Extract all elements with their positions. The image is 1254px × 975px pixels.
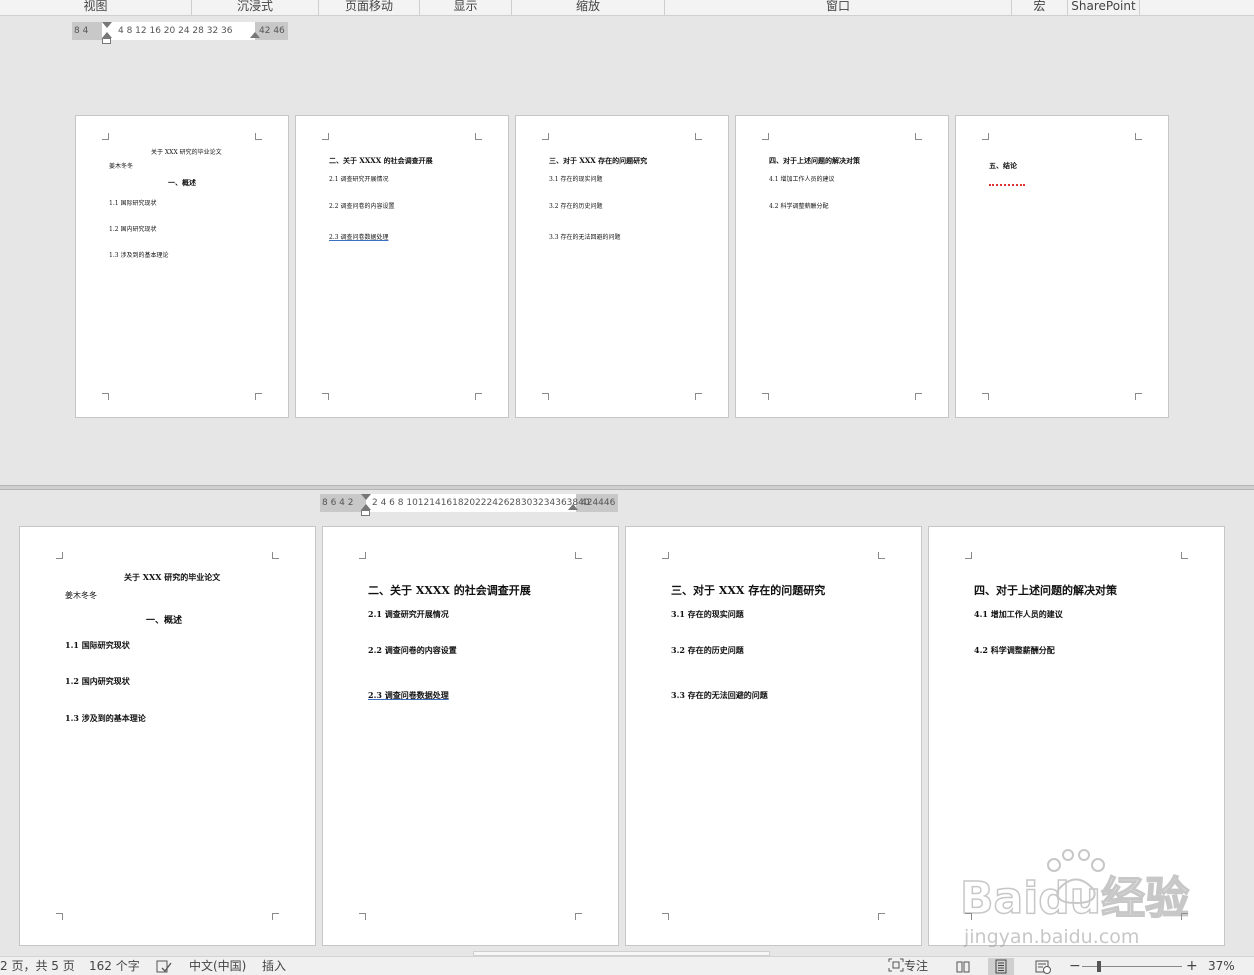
ruler-left-numbers: 8 4 — [74, 26, 89, 36]
ruler-right-numbers: 424446 — [581, 498, 616, 508]
section-heading: 一、概述 — [168, 178, 196, 187]
window-split-bar[interactable] — [0, 485, 1254, 490]
section-heading: 二、关于 XXXX 的社会调查开展 — [329, 156, 433, 165]
ribbon-group-zoom[interactable]: 缩放 — [512, 0, 665, 16]
thesis-title: 关于 XXX 研究的毕业论文 — [124, 572, 221, 582]
zoom-out-button[interactable]: − — [1069, 957, 1081, 975]
ribbon-group-immersive[interactable]: 沉浸式 — [192, 0, 319, 16]
focus-mode-button[interactable]: 专注 — [888, 957, 928, 975]
subsection-item: 2.3 调查问卷数据处理 — [368, 690, 449, 700]
right-indent-marker[interactable] — [250, 32, 260, 38]
ribbon-group-show[interactable]: 显示 — [420, 0, 512, 16]
zoom-slider-thumb[interactable] — [1097, 961, 1101, 972]
page-thumbnail-2[interactable]: 二、关于 XXXX 的社会调查开展 2.1 调查研究开展情况 2.2 调查问卷的… — [295, 115, 509, 418]
ruler-left-numbers: 8 6 4 2 — [322, 498, 354, 508]
left-indent-marker[interactable] — [361, 510, 370, 516]
section-heading: 四、对于上述问题的解决对策 — [974, 584, 1117, 597]
subsection-item: 4.2 科学调整薪酬分配 — [974, 645, 1055, 655]
subsection-item: 1.3 涉及到的基本理论 — [65, 713, 146, 723]
zoom-in-button[interactable]: + — [1186, 957, 1198, 975]
section-heading: 二、关于 XXXX 的社会调查开展 — [368, 584, 531, 597]
author-line: 姜木冬冬 — [65, 591, 97, 600]
word-count-status[interactable]: 162 个字 — [89, 957, 140, 975]
subsection-item: 2.2 调查问卷的内容设置 — [329, 203, 395, 210]
focus-icon — [888, 958, 904, 972]
first-line-indent-marker[interactable] — [102, 22, 112, 28]
web-layout-button[interactable] — [1030, 958, 1056, 975]
section-heading: 三、对于 XXX 存在的问题研究 — [671, 584, 826, 597]
subsection-item: 3.2 存在的历史问题 — [549, 203, 603, 210]
page-thumbnail-3[interactable]: 三、对于 XXX 存在的问题研究 3.1 存在的现实问题 3.2 存在的历史问题… — [515, 115, 729, 418]
ruler-numbers: 4 8 12 16 20 24 28 32 36 — [118, 26, 233, 36]
section-heading: 五、结论 — [989, 161, 1017, 170]
print-layout-icon — [995, 959, 1007, 974]
subsection-item: 1.3 涉及到的基本理论 — [109, 252, 169, 259]
ribbon-group-macros[interactable]: 宏 — [1012, 0, 1068, 16]
ribbon-group-page-movement[interactable]: 页面移动 — [319, 0, 420, 16]
page-thumbnail-5[interactable]: 五、结论 — [955, 115, 1169, 418]
subsection-item: 3.3 存在的无法回避的问题 — [549, 234, 621, 241]
page-thumbnail-1[interactable]: 关于 XXX 研究的毕业论文 姜木冬冬 一、概述 1.1 国际研究现状 1.2 … — [75, 115, 289, 418]
subsection-item: 2.1 调查研究开展情况 — [329, 176, 389, 183]
ribbon-group-sharepoint[interactable]: SharePoint — [1068, 0, 1140, 16]
subsection-item: 3.2 存在的历史问题 — [671, 645, 744, 655]
horizontal-ruler-top[interactable]: 8 4 4 8 12 16 20 24 28 32 36 42 46 — [72, 22, 288, 44]
left-indent-marker[interactable] — [102, 38, 111, 44]
spelling-squiggle — [989, 183, 1025, 186]
proofing-icon[interactable] — [156, 957, 172, 975]
subsection-item: 1.2 国内研究现状 — [65, 676, 130, 686]
right-indent-marker[interactable] — [568, 504, 578, 510]
language-status[interactable]: 中文(中国) — [189, 957, 246, 975]
page-2[interactable]: 二、关于 XXXX 的社会调查开展 2.1 调查研究开展情况 2.2 调查问卷的… — [322, 526, 619, 946]
page-4[interactable]: 四、对于上述问题的解决对策 4.1 增加工作人员的建议 4.2 科学调整薪酬分配 — [928, 526, 1225, 946]
ribbon-group-window[interactable]: 窗口 — [665, 0, 1012, 16]
subsection-item: 3.1 存在的现实问题 — [671, 609, 744, 619]
subsection-item: 1.1 国际研究现状 — [109, 200, 157, 207]
section-heading: 一、概述 — [146, 616, 183, 626]
first-line-indent-marker[interactable] — [361, 494, 371, 500]
section-heading: 三、对于 XXX 存在的问题研究 — [549, 156, 648, 165]
author-line: 姜木冬冬 — [109, 163, 134, 170]
read-mode-button[interactable] — [950, 958, 976, 975]
subsection-item: 2.3 调查问卷数据处理 — [329, 234, 389, 241]
subsection-item: 4.2 科学调整薪酬分配 — [769, 203, 829, 210]
subsection-item: 1.2 国内研究现状 — [109, 226, 157, 233]
subsection-item: 2.2 调查问卷的内容设置 — [368, 645, 457, 655]
ruler-right-numbers: 42 46 — [259, 26, 285, 36]
read-mode-icon — [956, 961, 970, 973]
page-count-status[interactable]: 2 页，共 5 页 — [0, 957, 75, 975]
thesis-title: 关于 XXX 研究的毕业论文 — [151, 149, 222, 156]
subsection-item: 4.1 增加工作人员的建议 — [974, 609, 1063, 619]
status-bar: 2 页，共 5 页 162 个字 中文(中国) 插入 专注 − + 37% — [0, 956, 1254, 975]
page-3[interactable]: 三、对于 XXX 存在的问题研究 3.1 存在的现实问题 3.2 存在的历史问题… — [625, 526, 922, 946]
ruler-numbers: 2 4 6 8 10121416182022242628303234363840 — [372, 498, 590, 508]
insert-mode-status[interactable]: 插入 — [262, 957, 286, 975]
subsection-item: 3.3 存在的无法回避的问题 — [671, 690, 768, 700]
subsection-item: 1.1 国际研究现状 — [65, 640, 130, 650]
subsection-item: 2.1 调查研究开展情况 — [368, 609, 449, 619]
zoom-level[interactable]: 37% — [1208, 957, 1235, 975]
section-heading: 四、对于上述问题的解决对策 — [769, 156, 860, 165]
print-layout-button[interactable] — [988, 958, 1014, 975]
ribbon-group-view[interactable]: 视图 — [0, 0, 192, 16]
horizontal-ruler-bottom[interactable]: 8 6 4 2 2 4 6 8 101214161820222426283032… — [320, 494, 618, 516]
subsection-item: 3.1 存在的现实问题 — [549, 176, 603, 183]
subsection-item: 4.1 增加工作人员的建议 — [769, 176, 835, 183]
web-layout-icon — [1035, 960, 1051, 974]
page-thumbnail-4[interactable]: 四、对于上述问题的解决对策 4.1 增加工作人员的建议 4.2 科学调整薪酬分配 — [735, 115, 949, 418]
ribbon-group-labels: 视图 沉浸式 页面移动 显示 缩放 窗口 宏 SharePoint — [0, 0, 1254, 16]
page-1[interactable]: 关于 XXX 研究的毕业论文 姜木冬冬 一、概述 1.1 国际研究现状 1.2 … — [19, 526, 316, 946]
